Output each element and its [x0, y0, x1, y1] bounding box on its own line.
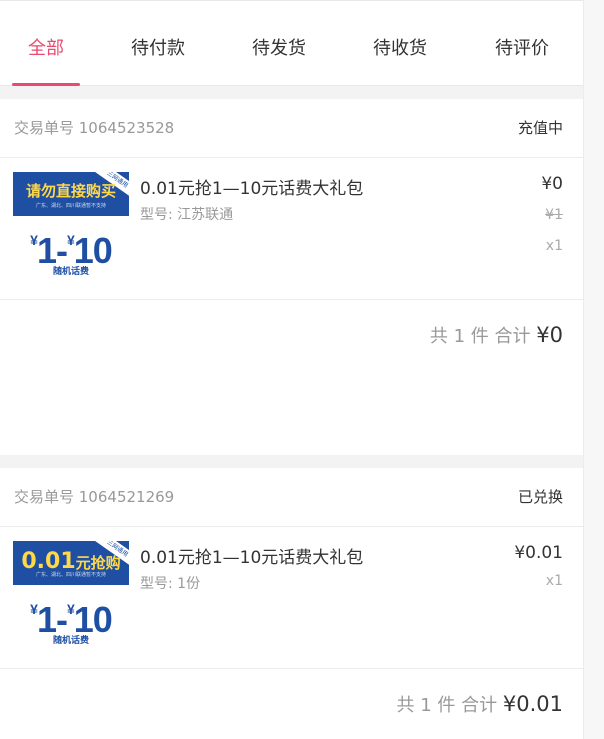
order-item[interactable]: 三网通用 0.01元抢购 广东、湖北、四川联通暂不支持 ¥1-¥10 随机话费 … — [0, 527, 583, 669]
order-card[interactable]: 交易单号 1064523528 充值中 三网通用 请勿直接购买 广东、湖北、四川… — [0, 99, 583, 455]
product-name[interactable]: 0.01元抢1—10元话费大礼包 — [140, 543, 363, 568]
product-name[interactable]: 0.01元抢1—10元话费大礼包 — [140, 174, 363, 199]
thumbnail-subtitle: 广东、湖北、四川联通暂不支持 — [35, 203, 106, 209]
tab-label: 待收货 — [373, 38, 427, 59]
order-item[interactable]: 三网通用 请勿直接购买 广东、湖北、四川联通暂不支持 ¥1-¥10 随机话费 0… — [0, 158, 583, 300]
thumbnail-footer: 随机话费 — [52, 636, 89, 646]
orders-page: 全部 待付款 待发货 待收货 待评价 交易单号 1064523528 充值中 三… — [0, 0, 583, 739]
order-summary: 共 1 件 合计 ¥0.01 — [0, 669, 583, 739]
order-status: 已兑换 — [517, 488, 563, 506]
thumbnail-banner: 三网通用 0.01元抢购 广东、湖北、四川联通暂不支持 — [13, 541, 129, 585]
scrollbar[interactable] — [583, 0, 604, 739]
order-summary: 共 1 件 合计 ¥0 — [0, 300, 583, 375]
order-tabs: 全部 待付款 待发货 待收货 待评价 — [0, 0, 583, 86]
tab-pending-shipment[interactable]: 待发货 — [219, 13, 339, 85]
order-total: 共 1 件 合计 ¥0.01 — [397, 691, 563, 717]
product-quantity: x1 — [545, 573, 563, 589]
tab-label: 待发货 — [252, 38, 306, 59]
tab-all[interactable]: 全部 — [0, 13, 106, 86]
tab-label: 全部 — [28, 38, 64, 59]
product-thumbnail: 三网通用 0.01元抢购 广东、湖北、四川联通暂不支持 ¥1-¥10 随机话费 — [13, 541, 129, 649]
tab-label: 待评价 — [495, 38, 549, 59]
thumbnail-footer: 随机话费 — [52, 267, 89, 277]
tab-pending-review[interactable]: 待评价 — [462, 13, 582, 85]
order-number: 交易单号 1064523528 — [14, 119, 175, 137]
product-price: ¥0.01 — [514, 543, 563, 563]
order-number: 交易单号 1064521269 — [14, 488, 175, 506]
product-spec: 型号: 1份 — [140, 576, 201, 592]
original-price: ¥1 — [545, 207, 563, 223]
thumbnail-banner: 三网通用 请勿直接购买 广东、湖北、四川联通暂不支持 — [13, 172, 129, 216]
thumbnail-title: 请勿直接购买 — [25, 182, 116, 200]
order-card[interactable]: 交易单号 1064521269 已兑换 三网通用 0.01元抢购 广东、湖北、四… — [0, 468, 583, 739]
product-quantity: x1 — [545, 238, 563, 254]
tab-label: 待付款 — [131, 38, 185, 59]
thumbnail-subtitle: 广东、湖北、四川联通暂不支持 — [35, 572, 106, 578]
order-header: 交易单号 1064523528 充值中 — [0, 99, 583, 158]
product-thumbnail: 三网通用 请勿直接购买 广东、湖北、四川联通暂不支持 ¥1-¥10 随机话费 — [13, 172, 129, 280]
order-header: 交易单号 1064521269 已兑换 — [0, 468, 583, 527]
item-count: 共 1 件 合计 — [429, 326, 531, 347]
total-amount: ¥0 — [536, 323, 563, 347]
product-price: ¥0 — [541, 174, 563, 194]
total-amount: ¥0.01 — [502, 692, 563, 716]
tab-pending-receipt[interactable]: 待收货 — [340, 13, 460, 85]
order-total: 共 1 件 合计 ¥0 — [430, 322, 563, 348]
tab-pending-payment[interactable]: 待付款 — [98, 13, 218, 85]
item-count: 共 1 件 合计 — [396, 695, 498, 716]
active-tab-indicator — [12, 83, 80, 86]
order-status: 充值中 — [517, 119, 563, 137]
product-spec: 型号: 江苏联通 — [140, 207, 234, 223]
